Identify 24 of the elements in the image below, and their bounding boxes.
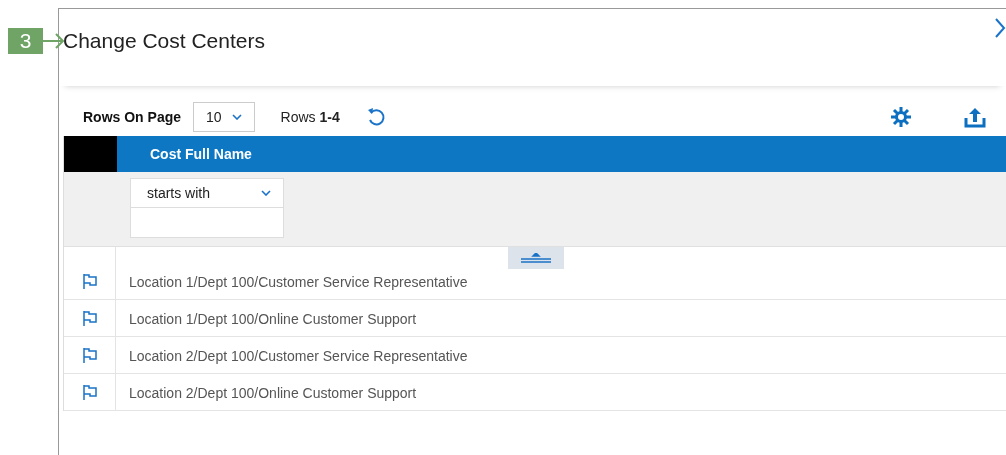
collapse-icon [521,253,551,263]
arrow-icon [43,33,65,49]
flag-icon[interactable] [81,384,98,400]
column-header[interactable]: Cost Full Name [117,136,1006,172]
flag-icon[interactable] [81,273,98,289]
rows-on-page-label: Rows On Page [83,109,182,125]
filter-operator-dropdown[interactable]: starts with [130,178,284,208]
table-cell: Location 2/Dept 100/Online Customer Support [129,385,417,401]
chevron-down-icon [231,114,242,120]
table-cell: Location 2/Dept 100/Customer Service Representative [129,348,468,364]
step-number-badge: 3 [8,28,43,54]
dialog-title: Change Cost Centers [63,29,265,53]
header-blank-cell [64,136,117,172]
table-cell: Location 1/Dept 100/Customer Service Representative [129,274,468,290]
collapse-button[interactable] [508,247,564,269]
rows-per-page-dropdown[interactable]: 10 [193,102,255,132]
settings-button[interactable] [890,106,912,128]
flag-icon[interactable] [81,347,98,363]
table-cell: Location 1/Dept 100/Online Customer Support [129,311,417,327]
export-button[interactable] [964,106,986,128]
filter-input-field[interactable] [130,208,284,238]
chevron-down-icon [261,190,271,196]
flag-icon[interactable] [81,310,98,326]
rows-range-text: Rows 1-4 [280,109,340,125]
